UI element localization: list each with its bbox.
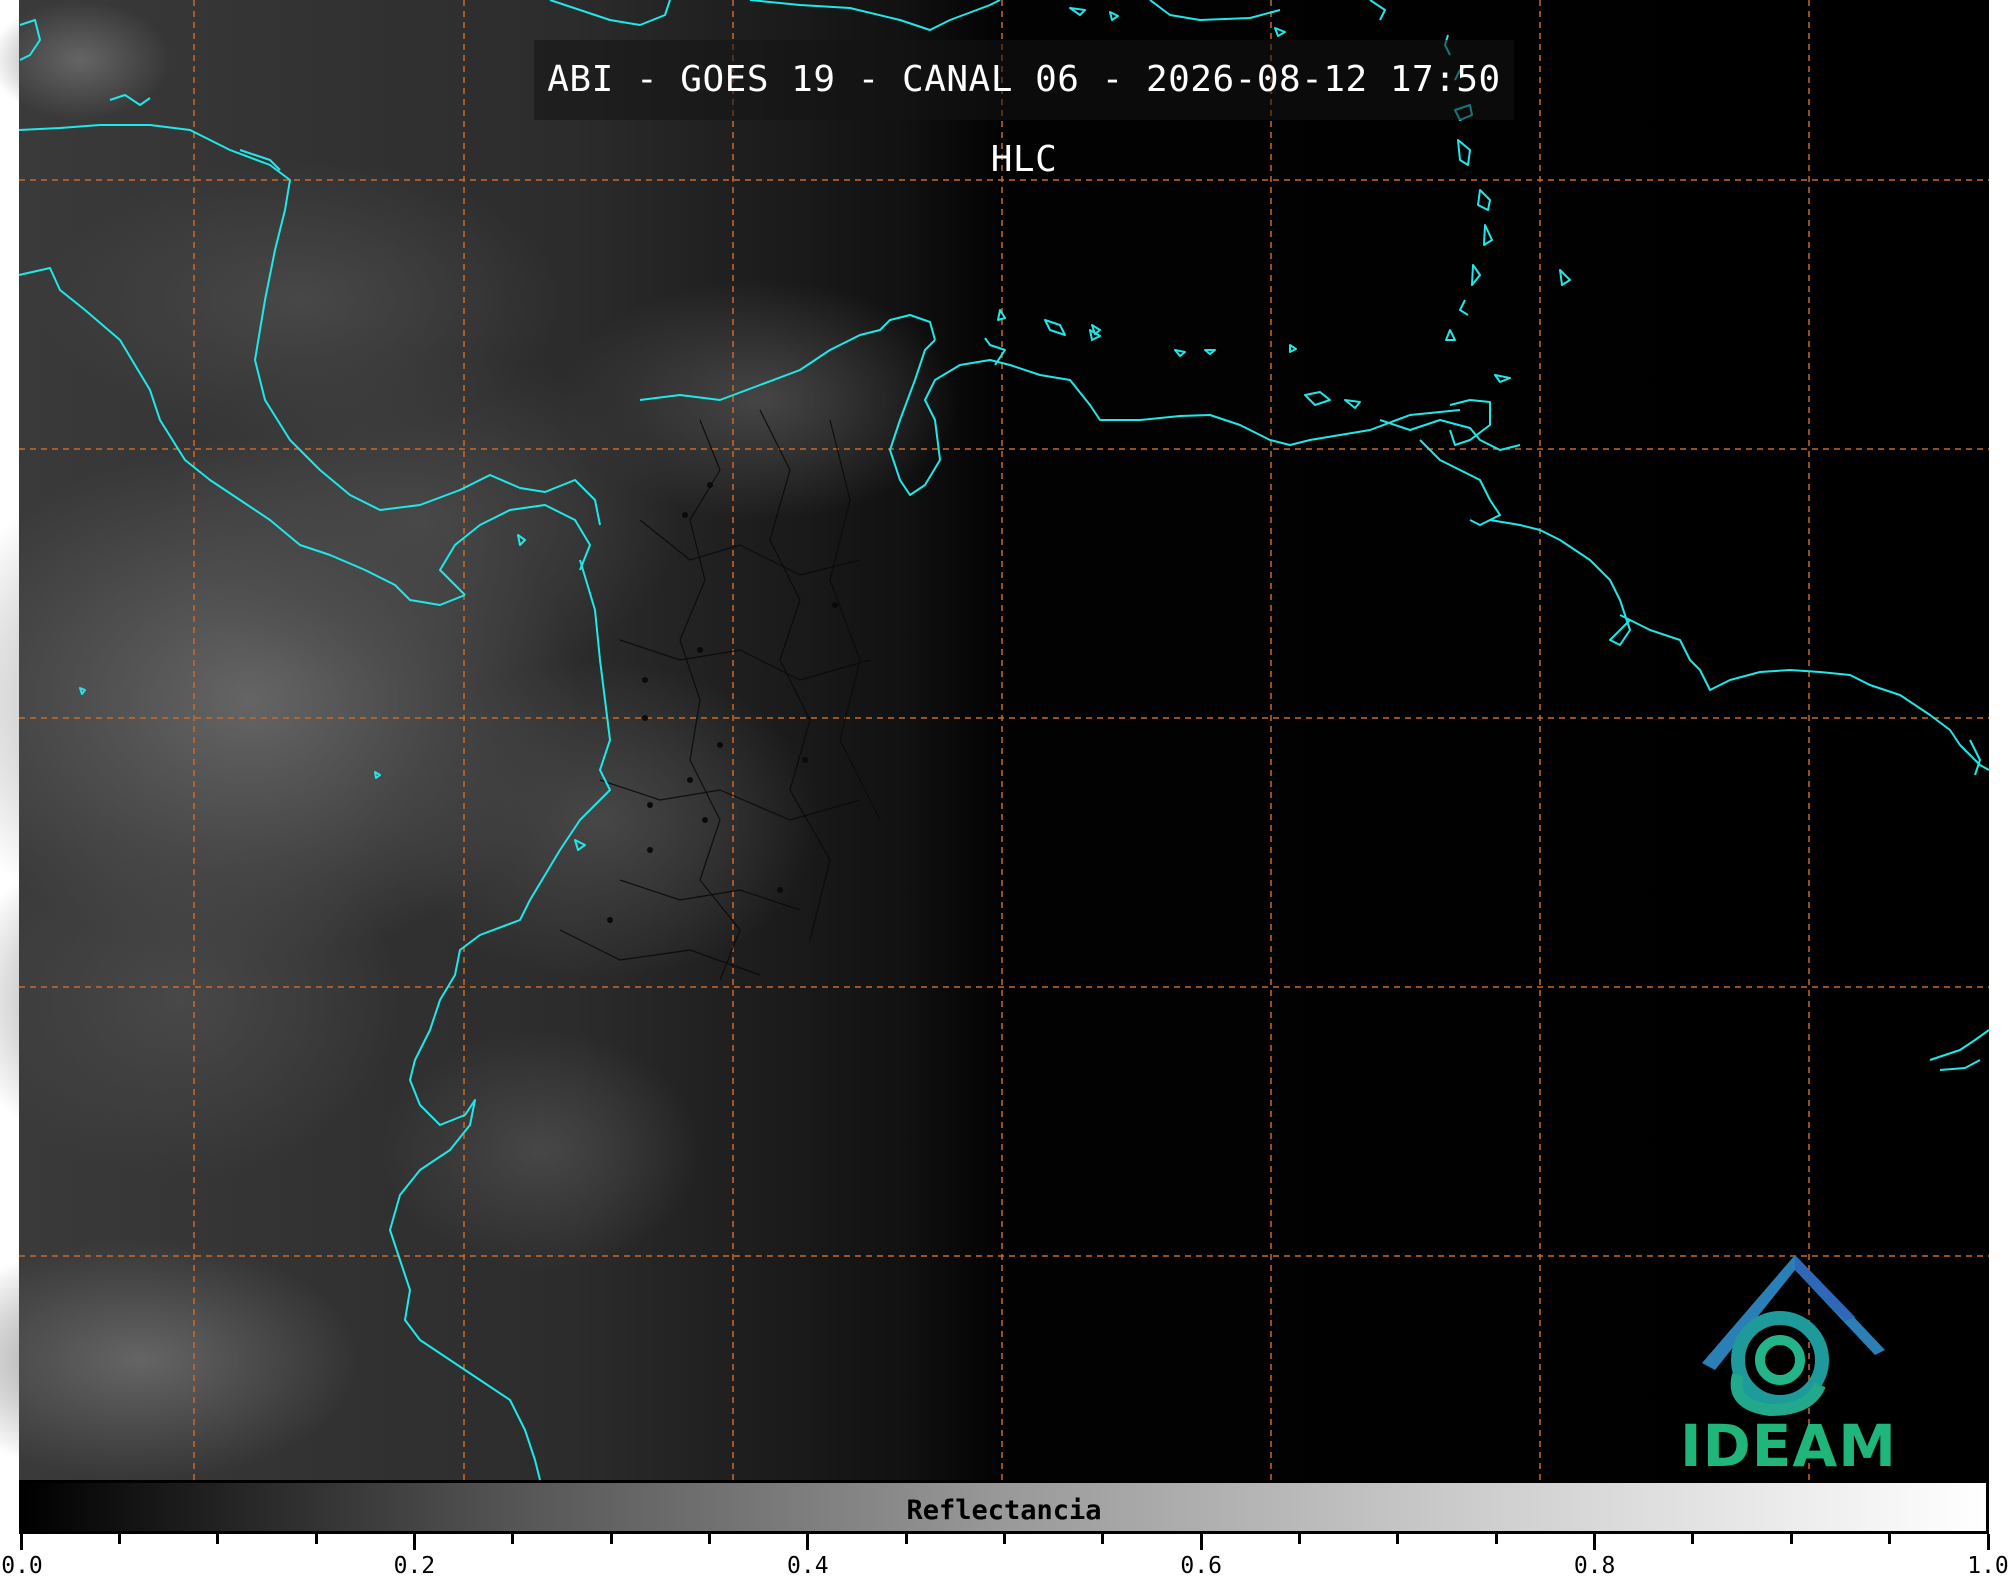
colorbar-minor-tick (511, 1534, 515, 1544)
colorbar-minor-tick (1888, 1534, 1892, 1544)
colorbar-major-tick (1593, 1534, 1597, 1550)
colorbar-minor-tick (609, 1534, 613, 1544)
colorbar-label: Reflectancia (906, 1495, 1102, 1526)
colorbar-tick-label: 0.4 (787, 1553, 829, 1579)
colorbar-minor-tick (1396, 1534, 1400, 1544)
colorbar-minor-tick (1298, 1534, 1302, 1544)
satellite-map: ABI - GOES 19 - CANAL 06 - 2026-08-12 17… (0, 0, 2011, 1577)
map-canvas (0, 0, 2011, 1480)
colorbar-minor-tick (1789, 1534, 1793, 1544)
colorbar-minor-tick (216, 1534, 220, 1544)
map-title: ABI - GOES 19 - CANAL 06 - 2026-08-12 17… (547, 59, 1501, 180)
colorbar-tick-label: 0.0 (1, 1553, 43, 1579)
colorbar-major-tick (19, 1534, 23, 1550)
colorbar-minor-tick (117, 1534, 121, 1544)
colorbar-minor-tick (1494, 1534, 1498, 1544)
colorbar-major-tick (806, 1534, 810, 1550)
colorbar-minor-tick (1101, 1534, 1105, 1544)
colorbar-tick-label: 0.6 (1180, 1553, 1222, 1579)
colorbar-minor-tick (707, 1534, 711, 1544)
colorbar-tick-label: 1.0 (1967, 1553, 2009, 1579)
colorbar-minor-tick (1691, 1534, 1695, 1544)
colorbar-tick-label: 0.2 (393, 1553, 436, 1579)
ideam-logo-text: IDEAM (1680, 1412, 1897, 1480)
colorbar-major-tick (1199, 1534, 1203, 1550)
colorbar: Reflectancia (19, 1480, 1989, 1534)
colorbar-minor-tick (314, 1534, 318, 1544)
colorbar-minor-tick (904, 1534, 908, 1544)
colorbar-major-tick (1986, 1534, 1990, 1550)
colorbar-minor-tick (1003, 1534, 1006, 1544)
colorbar-tick-label: 0.8 (1573, 1553, 1616, 1579)
colorbar-major-tick (412, 1534, 416, 1550)
